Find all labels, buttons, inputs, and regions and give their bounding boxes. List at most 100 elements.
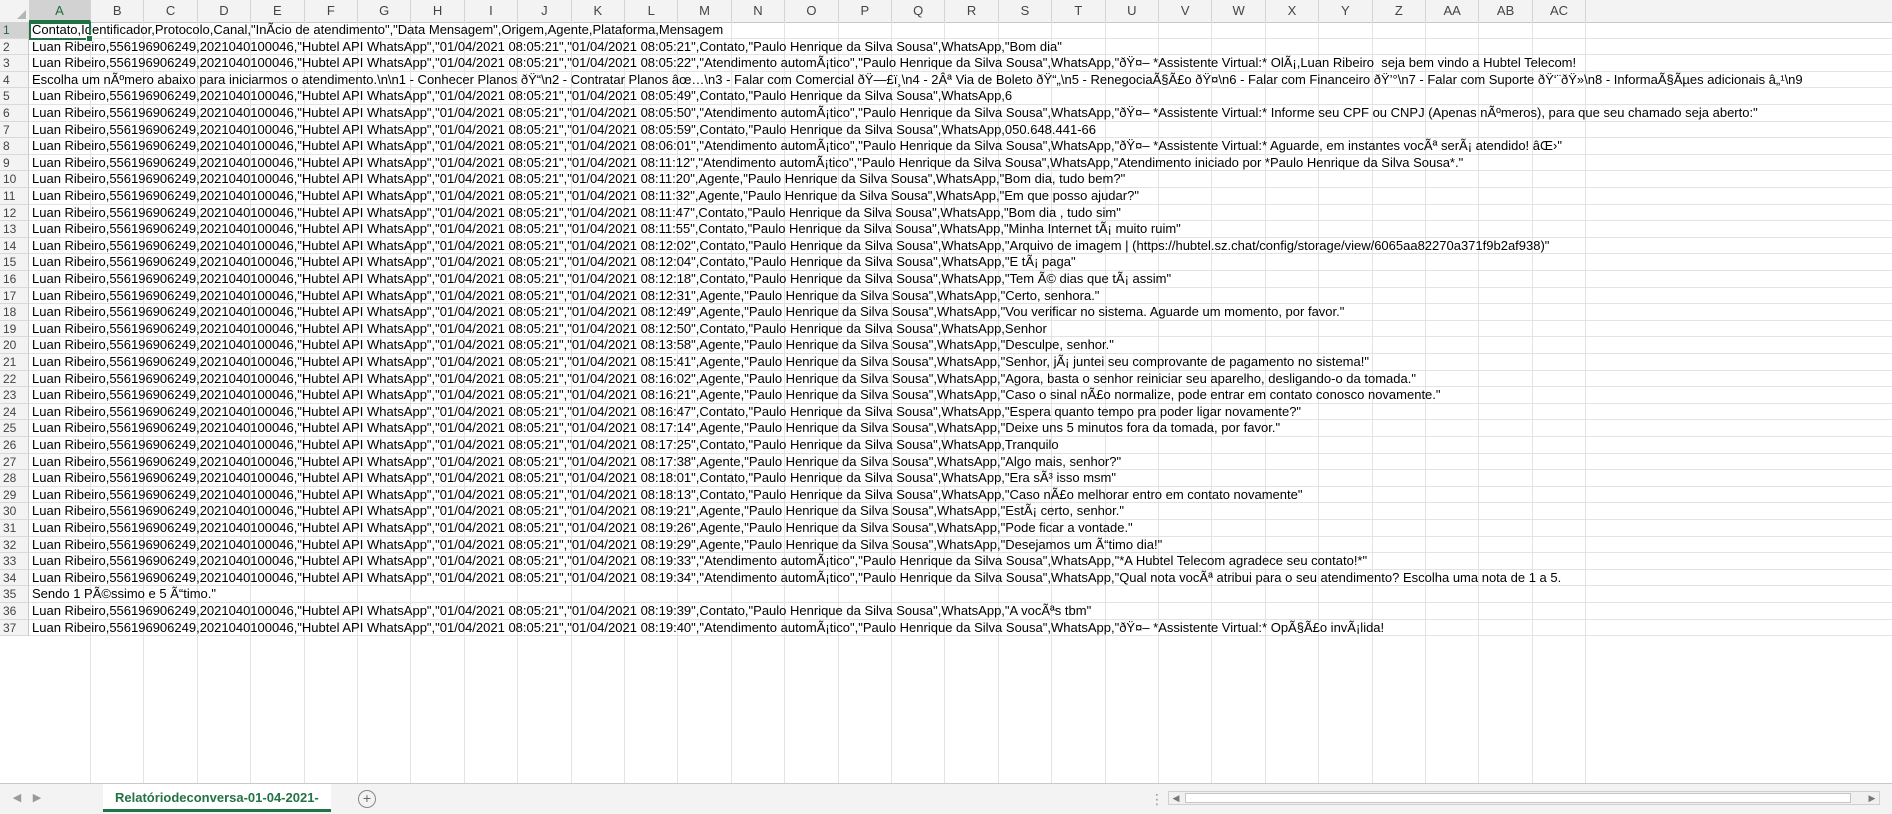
cell-a[interactable]: Luan Ribeiro,556196906249,2021040100046,… <box>29 487 1892 504</box>
cell-a[interactable]: Luan Ribeiro,556196906249,2021040100046,… <box>29 371 1892 388</box>
row-number[interactable]: 22 <box>0 370 29 388</box>
row-number[interactable]: 27 <box>0 453 29 471</box>
prev-sheet-icon[interactable]: ◀ <box>10 790 24 806</box>
row-number[interactable]: 35 <box>0 586 29 603</box>
row-number[interactable]: 4 <box>0 71 29 89</box>
cell-a[interactable]: Luan Ribeiro,556196906249,2021040100046,… <box>29 122 1892 139</box>
cell-a[interactable]: Luan Ribeiro,556196906249,2021040100046,… <box>29 354 1892 371</box>
column-header-b[interactable]: B <box>91 0 145 22</box>
column-header-t[interactable]: T <box>1052 0 1106 22</box>
cell-a[interactable]: Luan Ribeiro,556196906249,2021040100046,… <box>29 603 1892 620</box>
row-number[interactable]: 33 <box>0 553 29 570</box>
column-header-x[interactable]: X <box>1266 0 1320 22</box>
cell-a[interactable]: Luan Ribeiro,556196906249,2021040100046,… <box>29 288 1892 305</box>
column-header-p[interactable]: P <box>839 0 892 22</box>
column-header-s[interactable]: S <box>999 0 1053 22</box>
cell-a[interactable]: Contato,Identificador,Protocolo,Canal,"I… <box>29 22 1892 39</box>
column-header-u[interactable]: U <box>1106 0 1159 22</box>
cell-a[interactable]: Luan Ribeiro,556196906249,2021040100046,… <box>29 254 1892 271</box>
row-number[interactable]: 25 <box>0 420 29 437</box>
cell-a[interactable]: Luan Ribeiro,556196906249,2021040100046,… <box>29 520 1892 537</box>
column-header-h[interactable]: H <box>411 0 465 22</box>
row-number[interactable]: 8 <box>0 138 29 155</box>
column-header-y[interactable]: Y <box>1319 0 1373 22</box>
row-number[interactable]: 7 <box>0 121 29 139</box>
row-number[interactable]: 9 <box>0 154 29 172</box>
row-number[interactable]: 24 <box>0 403 29 421</box>
cell-a[interactable]: Sendo 1 PÃ©ssimo e 5 Ã“timo." <box>29 586 1892 603</box>
row-number[interactable]: 18 <box>0 304 29 321</box>
cell-a[interactable]: Luan Ribeiro,556196906249,2021040100046,… <box>29 205 1892 222</box>
cell-a[interactable]: Luan Ribeiro,556196906249,2021040100046,… <box>29 420 1892 437</box>
scroll-left-icon[interactable]: ◀ <box>1169 792 1183 804</box>
cell-a[interactable]: Luan Ribeiro,556196906249,2021040100046,… <box>29 570 1892 587</box>
row-number[interactable]: 30 <box>0 503 29 520</box>
row-number[interactable]: 31 <box>0 520 29 537</box>
column-header-ac[interactable]: AC <box>1533 0 1587 22</box>
cell-a[interactable]: Luan Ribeiro,556196906249,2021040100046,… <box>29 404 1892 421</box>
cell-a[interactable]: Luan Ribeiro,556196906249,2021040100046,… <box>29 321 1892 338</box>
column-header-e[interactable]: E <box>251 0 305 22</box>
cell-a[interactable]: Luan Ribeiro,556196906249,2021040100046,… <box>29 171 1892 188</box>
column-header-d[interactable]: D <box>198 0 252 22</box>
row-number[interactable]: 16 <box>0 271 29 288</box>
column-header-a[interactable]: A <box>29 0 91 22</box>
row-number[interactable]: 15 <box>0 254 29 271</box>
row-number[interactable]: 2 <box>0 38 29 56</box>
row-number[interactable]: 13 <box>0 221 29 238</box>
row-number[interactable]: 11 <box>0 188 29 205</box>
row-number[interactable]: 28 <box>0 470 29 487</box>
cell-a[interactable]: Luan Ribeiro,556196906249,2021040100046,… <box>29 39 1892 56</box>
column-header-c[interactable]: C <box>144 0 198 22</box>
plus-circle-icon[interactable]: + <box>358 790 376 808</box>
cell-a[interactable]: Luan Ribeiro,556196906249,2021040100046,… <box>29 620 1892 637</box>
column-header-o[interactable]: O <box>785 0 839 22</box>
cell-a[interactable]: Luan Ribeiro,556196906249,2021040100046,… <box>29 238 1892 255</box>
column-header-aa[interactable]: AA <box>1426 0 1480 22</box>
cell-a[interactable]: Luan Ribeiro,556196906249,2021040100046,… <box>29 337 1892 354</box>
column-header-i[interactable]: I <box>465 0 519 22</box>
row-number[interactable]: 20 <box>0 337 29 354</box>
row-number[interactable]: 14 <box>0 237 29 255</box>
cell-a[interactable]: Luan Ribeiro,556196906249,2021040100046,… <box>29 221 1892 238</box>
cell-a[interactable]: Escolha um nÃºmero abaixo para iniciarmo… <box>29 72 1892 89</box>
next-sheet-icon[interactable]: ▶ <box>30 790 44 806</box>
column-header-r[interactable]: R <box>945 0 999 22</box>
column-header-f[interactable]: F <box>305 0 358 22</box>
column-header-q[interactable]: Q <box>892 0 946 22</box>
row-number[interactable]: 26 <box>0 437 29 454</box>
scrollbar-thumb[interactable] <box>1185 793 1851 803</box>
cell-a[interactable]: Luan Ribeiro,556196906249,2021040100046,… <box>29 271 1892 288</box>
cell-a[interactable]: Luan Ribeiro,556196906249,2021040100046,… <box>29 503 1892 520</box>
cell-a[interactable]: Luan Ribeiro,556196906249,2021040100046,… <box>29 537 1892 554</box>
cell-a[interactable]: Luan Ribeiro,556196906249,2021040100046,… <box>29 304 1892 321</box>
cell-a[interactable]: Luan Ribeiro,556196906249,2021040100046,… <box>29 553 1892 570</box>
row-number[interactable]: 34 <box>0 569 29 587</box>
row-number[interactable]: 6 <box>0 105 29 122</box>
column-header-ab[interactable]: AB <box>1479 0 1533 22</box>
scroll-right-icon[interactable]: ▶ <box>1865 792 1879 804</box>
cell-a[interactable]: Luan Ribeiro,556196906249,2021040100046,… <box>29 387 1892 404</box>
cell-a[interactable]: Luan Ribeiro,556196906249,2021040100046,… <box>29 470 1892 487</box>
cell-a[interactable]: Luan Ribeiro,556196906249,2021040100046,… <box>29 88 1892 105</box>
row-number[interactable]: 36 <box>0 603 29 620</box>
tab-split-handle[interactable]: ⋮ <box>1150 791 1165 808</box>
row-number[interactable]: 3 <box>0 55 29 72</box>
column-header-k[interactable]: K <box>572 0 625 22</box>
cell-a[interactable]: Luan Ribeiro,556196906249,2021040100046,… <box>29 454 1892 471</box>
row-number[interactable]: 5 <box>0 88 29 105</box>
column-header-m[interactable]: M <box>678 0 732 22</box>
cell-a[interactable]: Luan Ribeiro,556196906249,2021040100046,… <box>29 55 1892 72</box>
horizontal-scrollbar[interactable]: ◀ ▶ <box>1168 791 1880 805</box>
row-number[interactable]: 12 <box>0 204 29 222</box>
row-number[interactable]: 19 <box>0 320 29 338</box>
cell-a[interactable]: Luan Ribeiro,556196906249,2021040100046,… <box>29 155 1892 172</box>
cell-a[interactable]: Luan Ribeiro,556196906249,2021040100046,… <box>29 138 1892 155</box>
column-header-v[interactable]: V <box>1159 0 1213 22</box>
column-header-w[interactable]: W <box>1212 0 1266 22</box>
row-number[interactable]: 1 <box>0 22 29 39</box>
column-header-z[interactable]: Z <box>1373 0 1426 22</box>
row-number[interactable]: 23 <box>0 387 29 404</box>
row-number[interactable]: 10 <box>0 171 29 188</box>
cell-a[interactable]: Luan Ribeiro,556196906249,2021040100046,… <box>29 188 1892 205</box>
